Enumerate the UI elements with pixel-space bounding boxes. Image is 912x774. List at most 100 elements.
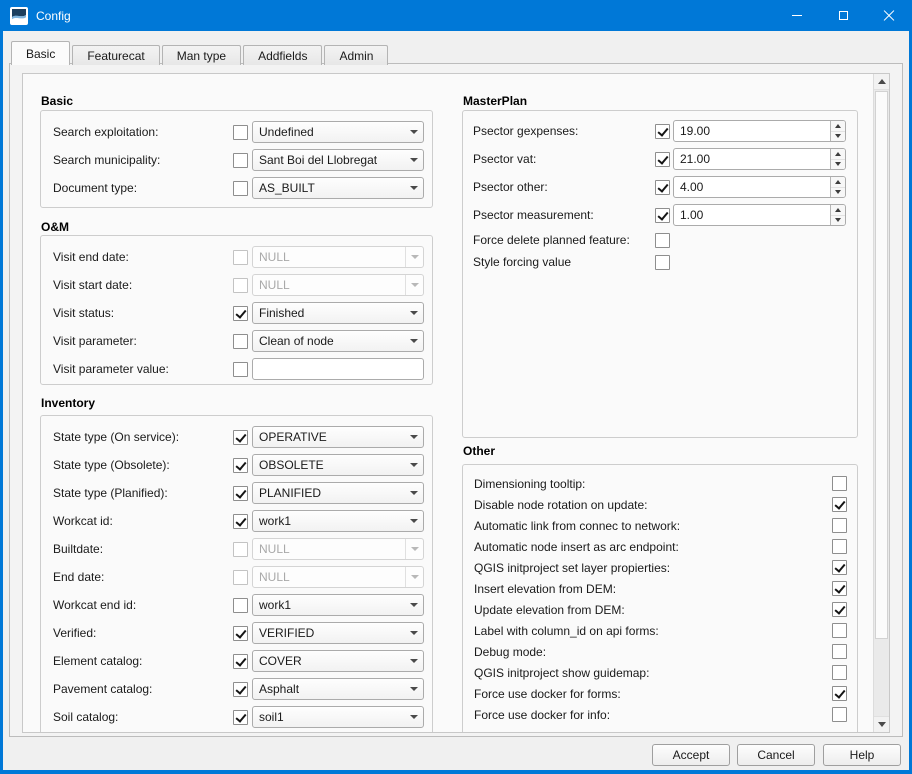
checkbox[interactable] [233,682,248,697]
text-input[interactable] [252,358,424,380]
combo-box[interactable]: soil1 [252,706,424,728]
spin-down-icon[interactable] [831,187,845,198]
checkbox[interactable] [233,486,248,501]
combo-box[interactable]: PLANIFIED [252,482,424,504]
checkbox[interactable] [832,623,847,638]
checkbox[interactable] [233,306,248,321]
spin-box[interactable]: 21.00 [673,148,846,170]
combo-box[interactable]: Undefined [252,121,424,143]
spin-box[interactable]: 4.00 [673,176,846,198]
spin-up-icon[interactable] [831,149,845,159]
tab-basic[interactable]: Basic [11,41,70,65]
triangle-down-icon [878,722,886,727]
combo-box[interactable]: work1 [252,594,424,616]
checkbox[interactable] [832,602,847,617]
combo-box[interactable]: OBSOLETE [252,454,424,476]
checkbox[interactable] [233,598,248,613]
combo-box[interactable]: VERIFIED [252,622,424,644]
config-row: State type (Obsolete):OBSOLETE [53,451,424,479]
combo-box[interactable]: OPERATIVE [252,426,424,448]
settings-scroll-area[interactable]: Basic Search exploitation:UndefinedSearc… [22,73,890,733]
combo-value: Asphalt [253,682,405,696]
combo-box[interactable]: NULL [252,566,424,588]
checkbox[interactable] [233,125,248,140]
checkbox[interactable] [233,430,248,445]
config-row: Psector gexpenses:19.00 [473,117,846,145]
tab-man-type[interactable]: Man type [162,45,241,65]
checkbox[interactable] [832,518,847,533]
cancel-button[interactable]: Cancel [737,744,815,766]
scrollbar[interactable] [873,74,889,732]
config-row: QGIS initproject set layer propierties: [474,557,847,578]
spin-down-icon[interactable] [831,159,845,170]
config-row: Visit parameter value: [53,355,424,383]
checkbox[interactable] [233,654,248,669]
checkbox[interactable] [233,626,248,641]
checkbox[interactable] [832,581,847,596]
checkbox[interactable] [233,278,248,293]
checkbox[interactable] [233,458,248,473]
checkbox[interactable] [832,476,847,491]
help-button[interactable]: Help [823,744,901,766]
checkbox[interactable] [832,665,847,680]
combo-box[interactable]: COVER [252,650,424,672]
checkbox[interactable] [655,152,670,167]
checkbox[interactable] [655,233,670,248]
accept-button[interactable]: Accept [652,744,730,766]
spin-up-icon[interactable] [831,205,845,215]
checkbox[interactable] [832,644,847,659]
scrollbar-thumb[interactable] [875,91,888,639]
checkbox[interactable] [832,539,847,554]
checkbox[interactable] [655,255,670,270]
checkbox[interactable] [233,542,248,557]
checkbox[interactable] [655,124,670,139]
checkbox[interactable] [832,560,847,575]
field-label: Workcat end id: [53,598,233,612]
combo-box[interactable]: work1 [252,510,424,532]
triangle-up-icon [878,79,886,84]
spin-box[interactable]: 19.00 [673,120,846,142]
scroll-down-button[interactable] [874,716,889,732]
checkbox[interactable] [233,334,248,349]
checkbox[interactable] [832,497,847,512]
tab-featurecat[interactable]: Featurecat [72,45,159,65]
checkbox[interactable] [832,707,847,722]
checkbox[interactable] [233,250,248,265]
config-row: Soil catalog:soil1 [53,703,424,731]
spin-up-icon[interactable] [831,121,845,131]
config-row: Psector measurement:1.00 [473,201,846,229]
combo-box[interactable]: NULL [252,246,424,268]
scroll-up-button[interactable] [874,74,889,90]
tab-addfields[interactable]: Addfields [243,45,322,65]
spin-down-icon[interactable] [831,131,845,142]
combo-box[interactable]: AS_BUILT [252,177,424,199]
checkbox[interactable] [655,180,670,195]
checkbox[interactable] [655,208,670,223]
checkbox[interactable] [233,514,248,529]
checkbox[interactable] [233,570,248,585]
minimize-button[interactable] [774,0,820,31]
spin-up-icon[interactable] [831,177,845,187]
field-label: Style forcing value [473,255,655,269]
combo-box[interactable]: Finished [252,302,424,324]
tab-admin[interactable]: Admin [324,45,388,65]
spin-down-icon[interactable] [831,215,845,226]
combo-box[interactable]: Asphalt [252,678,424,700]
config-row: Workcat end id: work1 [53,591,424,619]
spin-box[interactable]: 1.00 [673,204,846,226]
checkbox[interactable] [233,362,248,377]
maximize-button[interactable] [820,0,866,31]
combo-box[interactable]: Clean of node [252,330,424,352]
field-label: Automatic link from connec to network: [474,519,832,533]
config-row: Pavement catalog:Asphalt [53,675,424,703]
field-label: Visit parameter value: [53,362,233,376]
combo-box[interactable]: NULL [252,538,424,560]
checkbox[interactable] [233,710,248,725]
checkbox[interactable] [233,153,248,168]
close-button[interactable] [866,0,912,31]
combo-box[interactable]: Sant Boi del Llobregat [252,149,424,171]
combo-box[interactable]: NULL [252,274,424,296]
checkbox[interactable] [832,686,847,701]
checkbox[interactable] [233,181,248,196]
combo-value: VERIFIED [253,626,405,640]
